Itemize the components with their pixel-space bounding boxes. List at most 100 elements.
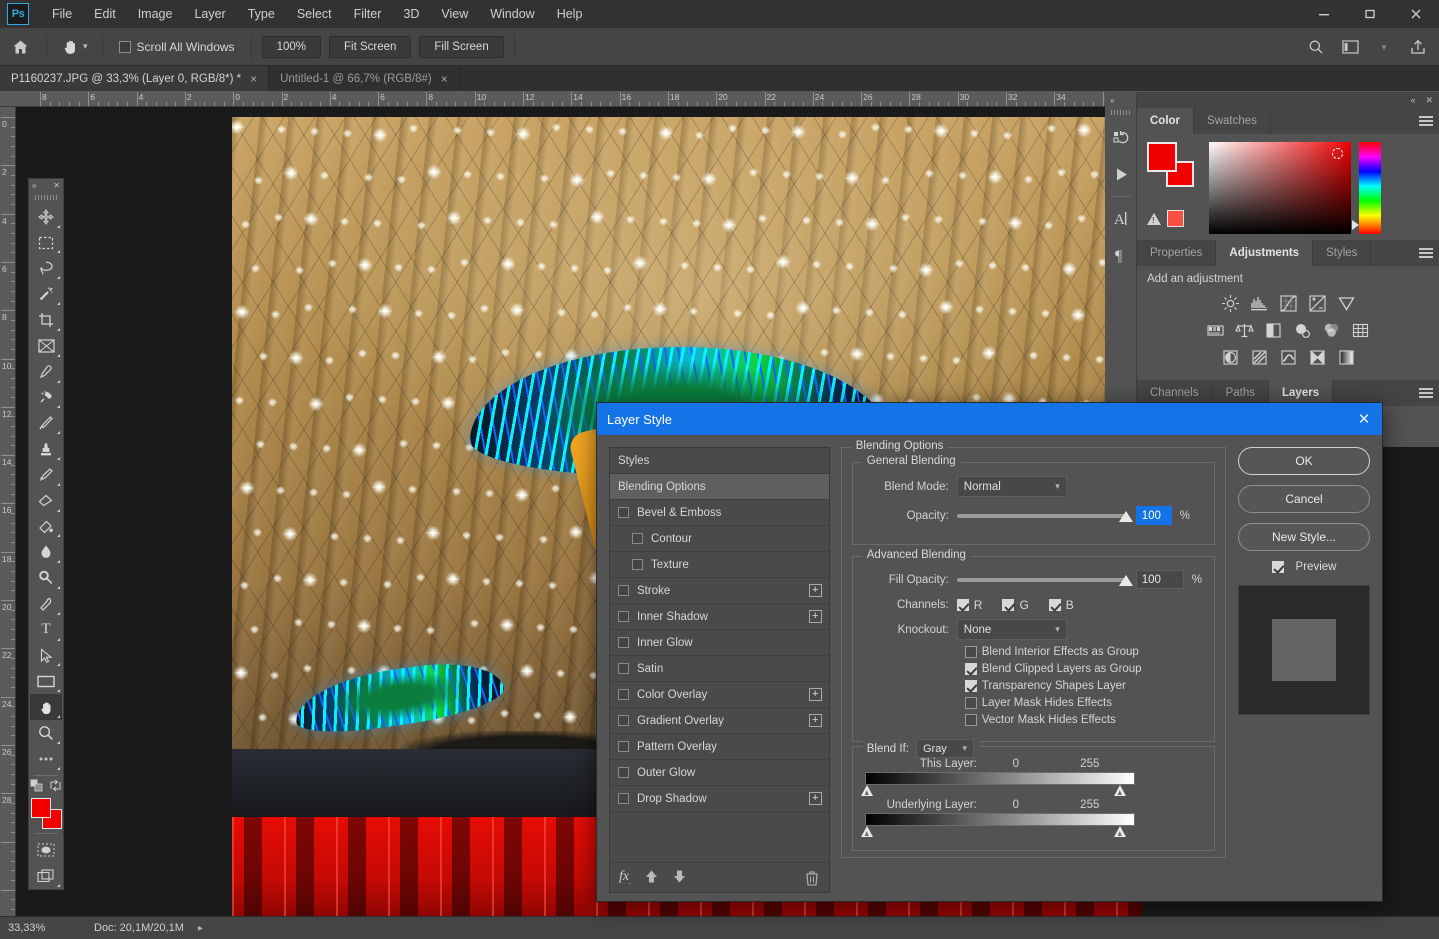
eraser-tool[interactable] [30,488,62,514]
blur-tool[interactable] [30,539,62,565]
panel-menu-icon[interactable] [1419,108,1433,134]
style-row-color-overlay[interactable]: Color Overlay + [610,682,829,708]
menu-window[interactable]: Window [479,3,545,25]
close-icon[interactable]: ✕ [1354,409,1374,429]
blend-interior-effects-option[interactable]: Blend Interior Effects as Group [964,646,1202,658]
blend-clipped-layers-checkbox[interactable] [964,663,977,675]
move-up-icon[interactable] [644,869,659,887]
this-layer-black-stop[interactable] [860,785,873,796]
blend-mode-select[interactable]: Normal ▾ [956,476,1067,497]
brush-tool[interactable] [30,410,62,436]
photo-filter-icon[interactable] [1292,319,1314,341]
close-dock-icon[interactable]: ✕ [1425,95,1433,106]
style-checkbox[interactable] [618,767,629,778]
tab-styles[interactable]: Styles [1313,240,1372,266]
crop-tool[interactable] [30,307,62,333]
channel-b[interactable]: B [1048,598,1074,612]
color-balance-icon[interactable] [1234,319,1256,341]
add-effect-icon[interactable]: + [808,584,822,597]
eyedropper-tool[interactable] [30,359,62,385]
drag-grip[interactable] [1110,110,1131,115]
gamut-warning-icon[interactable] [1147,212,1161,225]
hue-saturation-icon[interactable] [1205,319,1227,341]
vertical-ruler[interactable]: 0 2 4 6 8 10 12 14 16 18 20 22 24 26 28 [0,107,16,916]
menu-3d[interactable]: 3D [392,3,430,25]
add-effect-icon[interactable]: + [808,792,822,805]
foreground-color-swatch[interactable] [31,797,51,818]
pen-tool[interactable] [30,591,62,617]
transparency-shapes-layer-option[interactable]: Transparency Shapes Layer [964,680,1202,692]
home-icon[interactable] [0,28,40,66]
style-checkbox[interactable] [618,585,629,596]
fx-icon[interactable]: fx. [619,869,631,886]
opacity-slider[interactable] [956,507,1133,525]
drag-grip[interactable] [35,194,57,200]
knockout-select[interactable]: None ▾ [956,619,1067,640]
transparency-shapes-layer-checkbox[interactable] [964,680,977,692]
underlying-layer-gradient[interactable] [864,813,1135,826]
this-layer-gradient[interactable] [864,772,1135,785]
curves-icon[interactable] [1277,292,1299,314]
dialog-title-bar[interactable]: Layer Style ✕ [597,403,1382,435]
blend-interior-effects-checkbox[interactable] [964,646,977,658]
history-brush-tool[interactable] [30,462,62,488]
dodge-tool[interactable] [30,565,62,591]
scroll-all-windows-checkbox[interactable] [118,40,131,53]
style-row-drop-shadow[interactable]: Drop Shadow + [610,786,829,812]
this-layer-white-stop[interactable] [1113,785,1126,796]
fg-bg-swatches[interactable] [1147,142,1197,188]
clone-stamp-tool[interactable] [30,436,62,462]
actions-play-icon[interactable] [1105,156,1137,192]
menu-view[interactable]: View [430,3,479,25]
fill-opacity-input[interactable]: 100 [1135,570,1184,589]
ok-button[interactable]: OK [1238,447,1370,475]
panel-menu-icon[interactable] [1419,380,1433,406]
spot-healing-brush-tool[interactable] [30,385,62,411]
threshold-icon[interactable] [1277,346,1299,368]
tab-properties[interactable]: Properties [1137,240,1217,266]
close-icon[interactable]: × [441,73,448,85]
vector-mask-hides-effects-option[interactable]: Vector Mask Hides Effects [964,714,1202,726]
path-selection-tool[interactable] [30,643,62,669]
screen-mode-icon[interactable] [30,863,62,889]
close-button[interactable] [1393,0,1439,28]
saturation-value-picker[interactable] [1209,142,1351,234]
style-row-outer-glow[interactable]: Outer Glow [610,760,829,786]
lasso-tool[interactable] [30,255,62,281]
chevron-down-icon[interactable]: ▾ [1367,28,1401,66]
channel-mixer-icon[interactable] [1321,319,1343,341]
frame-tool[interactable] [30,333,62,359]
style-checkbox[interactable] [632,559,643,570]
scroll-all-windows-option[interactable]: Scroll All Windows [109,40,245,54]
edit-toolbar-tool[interactable] [30,746,62,772]
trash-icon[interactable] [805,870,819,889]
document-tab-active[interactable]: P1160237.JPG @ 33,3% (Layer 0, RGB/8*) *… [0,66,270,91]
cancel-button[interactable]: Cancel [1238,485,1370,513]
channel-r[interactable]: R [956,598,982,612]
minimize-button[interactable] [1301,0,1347,28]
tab-adjustments[interactable]: Adjustments [1216,240,1314,266]
panel-menu-icon[interactable] [1419,240,1433,266]
channel-g[interactable]: G [1002,598,1029,612]
character-panel-icon[interactable]: A [1105,201,1137,237]
zoom-level[interactable]: 33,33% [0,922,56,934]
underlying-layer-white-stop[interactable] [1113,826,1126,837]
default-colors-icon[interactable] [30,779,43,795]
zoom-100-button[interactable]: 100% [261,35,321,58]
color-lookup-icon[interactable] [1350,319,1372,341]
photoshop-logo-icon[interactable]: Ps [7,3,29,25]
chevron-double-right-icon[interactable]: » [32,181,36,190]
levels-icon[interactable] [1248,292,1270,314]
menu-select[interactable]: Select [286,3,343,25]
color-swatches[interactable] [30,797,62,831]
document-tab-inactive[interactable]: Untitled-1 @ 66,7% (RGB/8#) × [269,66,460,91]
chevron-right-icon[interactable]: ▸ [198,923,203,934]
magic-wand-tool[interactable] [30,281,62,307]
style-row-inner-shadow[interactable]: Inner Shadow + [610,604,829,630]
hue-slider[interactable] [1352,142,1381,234]
preview-checkbox[interactable] [1271,561,1284,573]
gradient-tool[interactable] [30,514,62,540]
style-row-texture[interactable]: Texture [610,552,829,578]
style-row-bevel-emboss[interactable]: Bevel & Emboss [610,500,829,526]
vibrance-icon[interactable] [1335,292,1357,314]
